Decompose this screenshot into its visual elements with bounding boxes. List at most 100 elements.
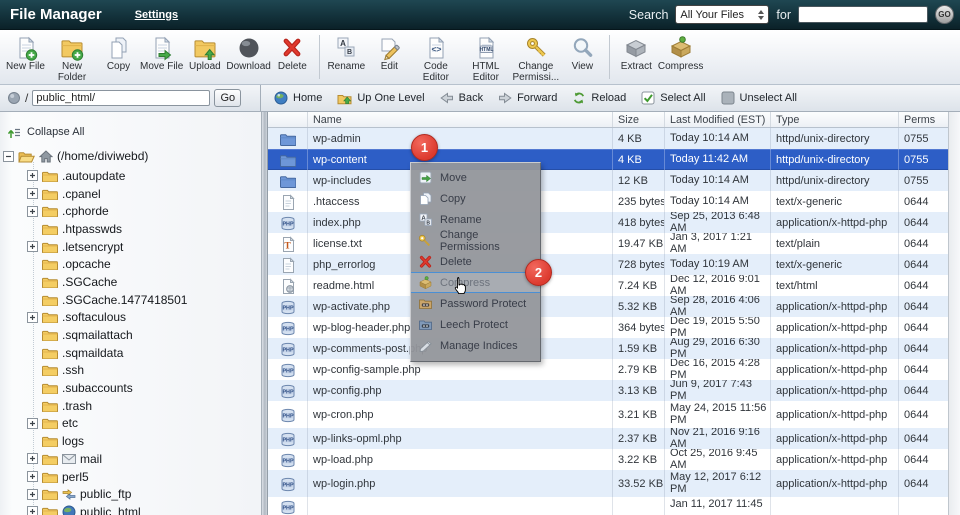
edit-icon bbox=[377, 34, 401, 61]
context-menu-item-password-protect[interactable]: Password Protect bbox=[411, 293, 540, 314]
context-menu-label: Delete bbox=[440, 256, 472, 268]
tree-item-subaccounts[interactable]: .subaccounts bbox=[27, 379, 261, 397]
app-header: File Manager Settings Search All Your Fi… bbox=[0, 0, 960, 30]
column-header-last-modified-est[interactable]: Last Modified (EST) bbox=[664, 112, 770, 127]
table-row[interactable]: PHPwp-blog-header.php364 bytesDec 19, 20… bbox=[268, 317, 960, 338]
nav-unselect-all[interactable]: Unselect All bbox=[721, 91, 797, 105]
table-row[interactable]: PHPwp-config.php3.13 KBJun 9, 2017 7:43 … bbox=[268, 380, 960, 401]
toolbar-button-compress[interactable]: Compress bbox=[658, 33, 704, 73]
nav-back[interactable]: Back bbox=[440, 91, 483, 105]
table-row-partial[interactable]: PHPJan 11, 2017 11:45 bbox=[268, 497, 960, 515]
tree-indent bbox=[27, 330, 38, 341]
tree-item-mail[interactable]: mail bbox=[27, 450, 261, 468]
tree-item-sqmailattach[interactable]: .sqmailattach bbox=[27, 326, 261, 344]
table-row[interactable]: PHPwp-load.php3.22 KBOct 25, 2016 9:45 A… bbox=[268, 449, 960, 470]
column-header-label: Perms bbox=[904, 114, 935, 126]
tree-item-softaculous[interactable]: .softaculous bbox=[27, 309, 261, 327]
search-go-button[interactable]: GO bbox=[935, 5, 954, 24]
toolbar-button-edit[interactable]: Edit bbox=[368, 33, 411, 73]
tree-item-cphorde[interactable]: .cphorde bbox=[27, 202, 261, 220]
file-name: wp-admin bbox=[313, 133, 361, 145]
column-header-type[interactable]: Type bbox=[770, 112, 898, 127]
tree-item-public-ftp[interactable]: public_ftp bbox=[27, 485, 261, 503]
toolbar-button-copy[interactable]: Copy bbox=[97, 33, 140, 73]
vertical-scrollbar[interactable] bbox=[948, 112, 960, 515]
table-row[interactable]: PHPwp-config-sample.php2.79 KBDec 16, 20… bbox=[268, 359, 960, 380]
toolbar-button-extract[interactable]: Extract bbox=[615, 33, 658, 73]
table-row[interactable]: .htaccess235 bytesToday 10:14 AMtext/x-g… bbox=[268, 191, 960, 212]
table-row[interactable]: wp-content4 KBToday 11:42 AMhttpd/unix-d… bbox=[268, 149, 960, 170]
context-menu-item-change-permissions[interactable]: Change Permissions bbox=[411, 230, 540, 251]
nav-forward[interactable]: Forward bbox=[498, 91, 557, 105]
table-row[interactable]: Tlicense.txt19.47 KBJan 3, 2017 1:21 AMt… bbox=[268, 233, 960, 254]
table-row[interactable]: PHPwp-cron.php3.21 KBMay 24, 2015 11:56 … bbox=[268, 401, 960, 428]
context-menu-item-copy[interactable]: Copy bbox=[411, 188, 540, 209]
toolbar-button-download[interactable]: Download bbox=[226, 33, 270, 73]
search-input[interactable] bbox=[798, 6, 928, 23]
settings-link[interactable]: Settings bbox=[135, 9, 178, 21]
context-menu-item-leech-protect[interactable]: Leech Protect bbox=[411, 314, 540, 335]
table-row[interactable]: PHPwp-activate.php5.32 KBSep 28, 2016 4:… bbox=[268, 296, 960, 317]
toolbar-button-rename[interactable]: ABRename bbox=[325, 33, 368, 73]
table-row[interactable]: readme.html7.24 KBDec 12, 2016 9:01 AMte… bbox=[268, 275, 960, 296]
table-row[interactable]: PHPwp-comments-post.php1.59 KBAug 29, 20… bbox=[268, 338, 960, 359]
perms-cell: 0755 bbox=[898, 149, 948, 170]
size-cell: 1.59 KB bbox=[612, 338, 664, 359]
tree-item-sqmaildata[interactable]: .sqmaildata bbox=[27, 344, 261, 362]
column-header-size[interactable]: Size bbox=[612, 112, 664, 127]
table-row[interactable]: php_errorlog728 bytesToday 10:19 AMtext/… bbox=[268, 254, 960, 275]
toolbar-button-new-file[interactable]: New File bbox=[4, 33, 47, 73]
nav-home[interactable]: Home bbox=[274, 91, 322, 105]
collapse-node-icon[interactable] bbox=[3, 151, 14, 162]
panel-splitter[interactable] bbox=[261, 112, 268, 515]
page-title: File Manager bbox=[10, 6, 102, 23]
nav-reload[interactable]: Reload bbox=[572, 91, 626, 105]
column-header-perms[interactable]: Perms bbox=[898, 112, 948, 127]
table-row[interactable]: PHPwp-links-opml.php2.37 KBNov 21, 2016 … bbox=[268, 428, 960, 449]
toolbar-button-upload[interactable]: Upload bbox=[183, 33, 226, 73]
collapse-all-button[interactable]: Collapse All bbox=[7, 124, 261, 140]
tree-root-item[interactable]: (/home/diviwebd) bbox=[3, 147, 261, 165]
path-go-button[interactable]: Go bbox=[214, 89, 241, 107]
tree-item-etc[interactable]: etc bbox=[27, 415, 261, 433]
nav-up-one-level[interactable]: Up One Level bbox=[337, 91, 424, 105]
tree-item-logs[interactable]: logs bbox=[27, 432, 261, 450]
tree-item-public-html[interactable]: public_html bbox=[27, 503, 261, 515]
tree-item-letsencrypt[interactable]: .letsencrypt bbox=[27, 238, 261, 256]
table-row[interactable]: PHPindex.php418 bytesSep 25, 2013 6:48 A… bbox=[268, 212, 960, 233]
tree-item-ssh[interactable]: .ssh bbox=[27, 362, 261, 380]
path-input[interactable] bbox=[32, 90, 210, 106]
toolbar-button-new-folder[interactable]: New Folder bbox=[47, 33, 97, 83]
tree-item-htpasswds[interactable]: .htpasswds bbox=[27, 220, 261, 238]
folder-icon bbox=[42, 188, 58, 200]
column-header-name[interactable]: Name bbox=[307, 112, 612, 127]
tree-item-autoupdate[interactable]: .autoupdate bbox=[27, 167, 261, 185]
toolbar-button-move-file[interactable]: Move File bbox=[140, 33, 183, 73]
toolbar-button-code-editor[interactable]: <>Code Editor bbox=[411, 33, 461, 83]
nav-forward-icon bbox=[498, 91, 512, 105]
toolbar-button-view[interactable]: View bbox=[561, 33, 604, 73]
table-row[interactable]: wp-admin4 KBToday 10:14 AMhttpd/unix-dir… bbox=[268, 128, 960, 149]
context-menu-item-rename[interactable]: ABRename bbox=[411, 209, 540, 230]
tree-item-sgcache-1477418501[interactable]: .SGCache.1477418501 bbox=[27, 291, 261, 309]
table-row[interactable]: wp-includes12 KBToday 10:14 AMhttpd/unix… bbox=[268, 170, 960, 191]
search-scope-select[interactable]: All Your Files bbox=[675, 5, 769, 24]
context-menu-item-delete[interactable]: Delete bbox=[411, 251, 540, 272]
context-menu-item-compress[interactable]: Compress bbox=[411, 272, 540, 293]
tree-item-trash[interactable]: .trash bbox=[27, 397, 261, 415]
toolbar-button-change-permissi[interactable]: Change Permissi... bbox=[511, 33, 561, 83]
file-type-cell: PHP bbox=[268, 338, 307, 359]
type-cell: application/x-httpd-php bbox=[770, 212, 898, 233]
table-row[interactable]: PHPwp-login.php33.52 KBMay 12, 2017 6:12… bbox=[268, 470, 960, 497]
tree-item-sgcache[interactable]: .SGCache bbox=[27, 273, 261, 291]
context-menu-item-move[interactable]: Move bbox=[411, 167, 540, 188]
tree-item-perl5[interactable]: perl5 bbox=[27, 468, 261, 486]
tree-item-cpanel[interactable]: .cpanel bbox=[27, 185, 261, 203]
toolbar-button-html-editor[interactable]: HTMLHTML Editor bbox=[461, 33, 511, 83]
nav-select-all[interactable]: Select All bbox=[641, 91, 705, 105]
toolbar-button-delete[interactable]: Delete bbox=[271, 33, 314, 73]
context-menu-item-manage-indices[interactable]: Manage Indices bbox=[411, 335, 540, 356]
tree-item-opcache[interactable]: .opcache bbox=[27, 255, 261, 273]
column-header-icon[interactable] bbox=[268, 112, 307, 127]
modified-cell: Dec 12, 2016 9:01 AM bbox=[664, 275, 770, 296]
